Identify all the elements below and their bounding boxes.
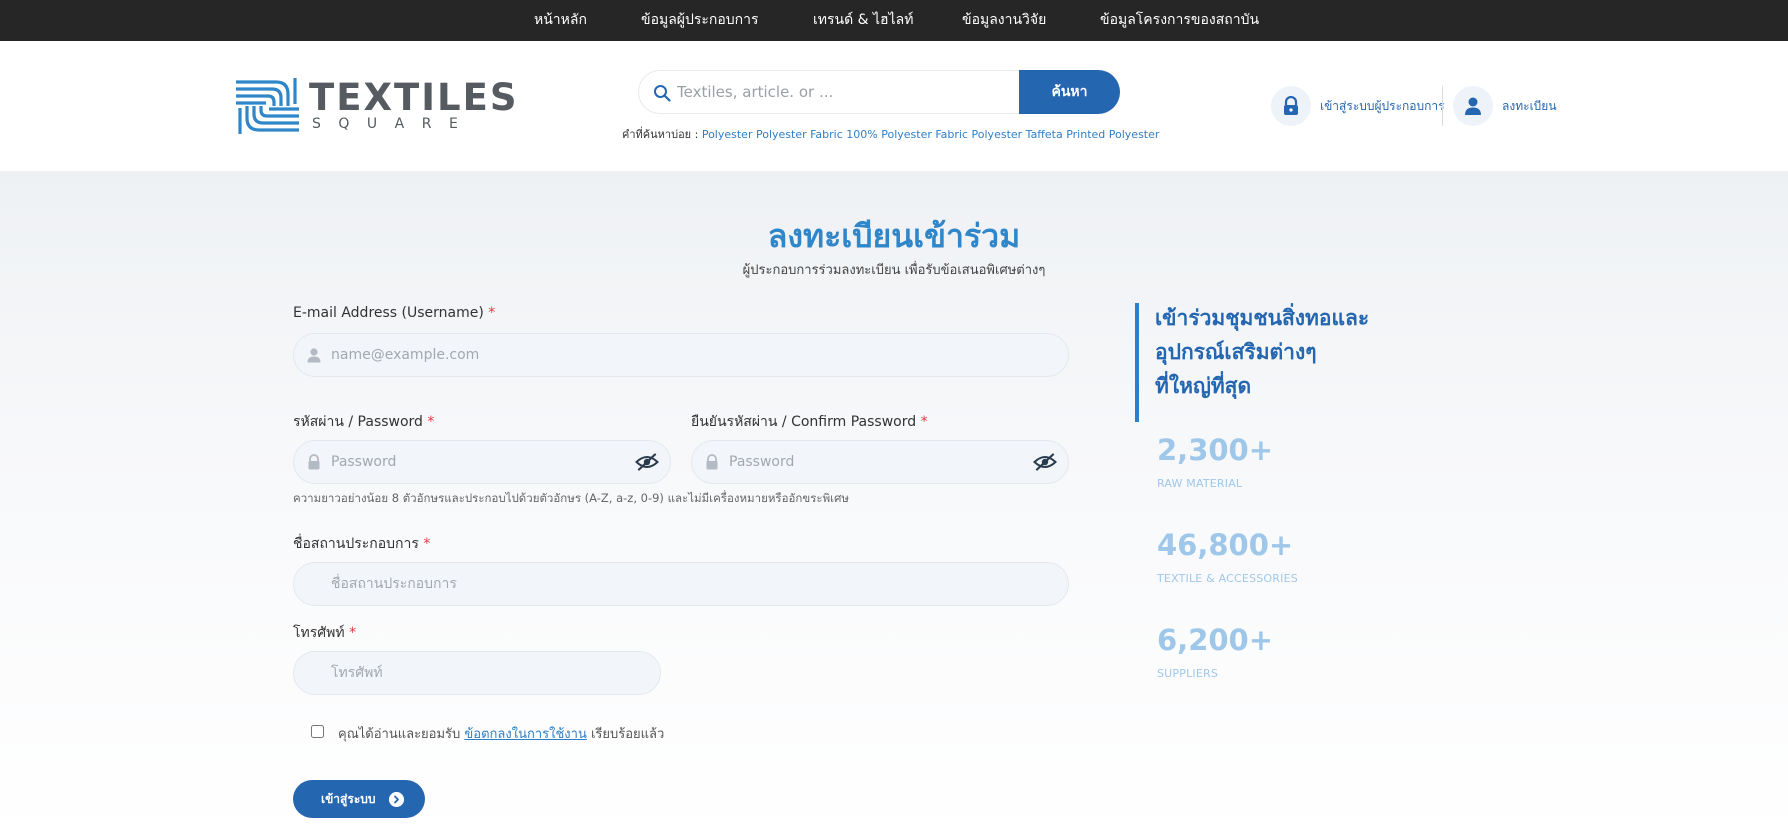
password-label: รหัสผ่าน / Password * [293,414,435,430]
company-field[interactable] [294,563,1068,605]
header-divider [1442,86,1443,126]
nav-item-trends[interactable]: เทรนด์ & ไฮไลท์ [813,0,913,41]
logo-subword: SQUARE [312,116,476,132]
phone-field[interactable] [294,652,660,694]
eye-slash-icon[interactable] [635,453,659,471]
top-navigation: หน้าหลัก ข้อมูลผู้ประกอบการ เทรนด์ & ไฮไ… [0,0,1788,41]
nav-item-projects[interactable]: ข้อมูลโครงการของสถาบัน [1100,0,1259,41]
logo-wordmark: TEXTILES [309,76,519,119]
popular-searches: คำที่ค้นหาบ่อย : Polyester Polyester Fab… [622,125,1159,143]
login-label: เข้าสู่ระบบผู้ประกอบการ [1320,99,1445,113]
company-label: ชื่อสถานประกอบการ * [293,536,431,552]
email-field[interactable] [294,334,1068,376]
search-input[interactable] [675,71,1005,113]
nav-item-home[interactable]: หน้าหลัก [534,0,587,41]
popular-link[interactable]: 100% Polyester Fabric [846,128,968,141]
stat-suppliers-value: 6,200+ [1157,623,1274,657]
required-mark: * [423,536,431,552]
community-heading: เข้าร่วมชุมชนสิ่งทอและ อุปกรณ์เสริมต่างๆ… [1155,306,1370,398]
required-mark: * [488,305,496,321]
phone-label: โทรศัพท์ * [293,625,357,641]
lock-icon [1284,96,1298,115]
eye-slash-icon[interactable] [1033,453,1057,471]
confirm-password-field-wrapper [691,440,1069,484]
terms-text: คุณได้อ่านและยอมรับ ข้อตกลงในการใช้งาน เ… [338,727,665,742]
login-button[interactable]: เข้าสู่ระบบผู้ประกอบการ [1271,86,1445,126]
nav-item-entrepreneurs[interactable]: ข้อมูลผู้ประกอบการ [641,0,759,41]
login-icon-circle [1271,86,1311,126]
popular-link[interactable]: Polyester [702,128,753,141]
register-label: ลงทะเบียน [1502,99,1557,113]
email-field-wrapper [293,333,1069,377]
popular-link[interactable]: Polyester Taffeta [972,128,1063,141]
password-hint: ความยาวอย่างน้อย 8 ตัวอักษรและประกอบไปด้… [293,491,849,505]
submit-label: เข้าสู่ระบบ [321,791,376,806]
stat-textile-value: 46,800+ [1157,528,1294,562]
textiles-square-logo-icon [236,78,299,134]
password-field[interactable] [294,441,670,483]
popular-searches-label: คำที่ค้นหาบ่อย : [622,128,702,141]
site-header: TEXTILES SQUARE ค้นหา คำที่ค้นหาบ่อย : P… [0,41,1788,171]
stat-raw-material-label: RAW MATERIAL [1157,477,1243,490]
terms-checkbox[interactable] [311,725,324,738]
chevron-right-circle-icon [389,792,404,807]
user-icon [1465,97,1481,115]
popular-link[interactable]: Printed Polyester [1066,128,1159,141]
email-label: E-mail Address (Username) * [293,305,496,321]
submit-button[interactable]: เข้าสู่ระบบ [293,780,425,818]
side-accent-bar [1135,303,1139,422]
phone-field-wrapper [293,651,661,695]
password-field-wrapper [293,440,671,484]
nav-item-research[interactable]: ข้อมูลงานวิจัย [962,0,1046,41]
confirm-password-field[interactable] [692,441,1068,483]
required-mark: * [349,625,357,641]
company-field-wrapper [293,562,1069,606]
page-subtitle: ผู้ประกอบการร่วมลงทะเบียน เพื่อรับข้อเสน… [742,263,1046,278]
page-title: ลงทะเบียนเข้าร่วม [767,217,1021,255]
registration-section: ลงทะเบียนเข้าร่วม ผู้ประกอบการร่วมลงทะเบ… [0,171,1788,839]
required-mark: * [427,414,435,430]
terms-link[interactable]: ข้อตกลงในการใช้งาน [464,727,586,742]
search-button[interactable]: ค้นหา [1019,70,1120,114]
confirm-password-label: ยืนยันรหัสผ่าน / Confirm Password * [691,414,928,430]
popular-link[interactable]: Polyester Fabric [756,128,843,141]
register-icon-circle [1453,86,1493,126]
stat-suppliers-label: SUPPLIERS [1157,667,1219,680]
stat-raw-material-value: 2,300+ [1157,433,1274,467]
search-box: ค้นหา [638,70,1120,114]
stat-textile-label: TEXTILE & ACCESSORIES [1157,572,1298,585]
register-button[interactable]: ลงทะเบียน [1453,86,1563,126]
search-icon [654,85,671,102]
site-logo[interactable]: TEXTILES SQUARE [236,78,517,136]
required-mark: * [920,414,928,430]
